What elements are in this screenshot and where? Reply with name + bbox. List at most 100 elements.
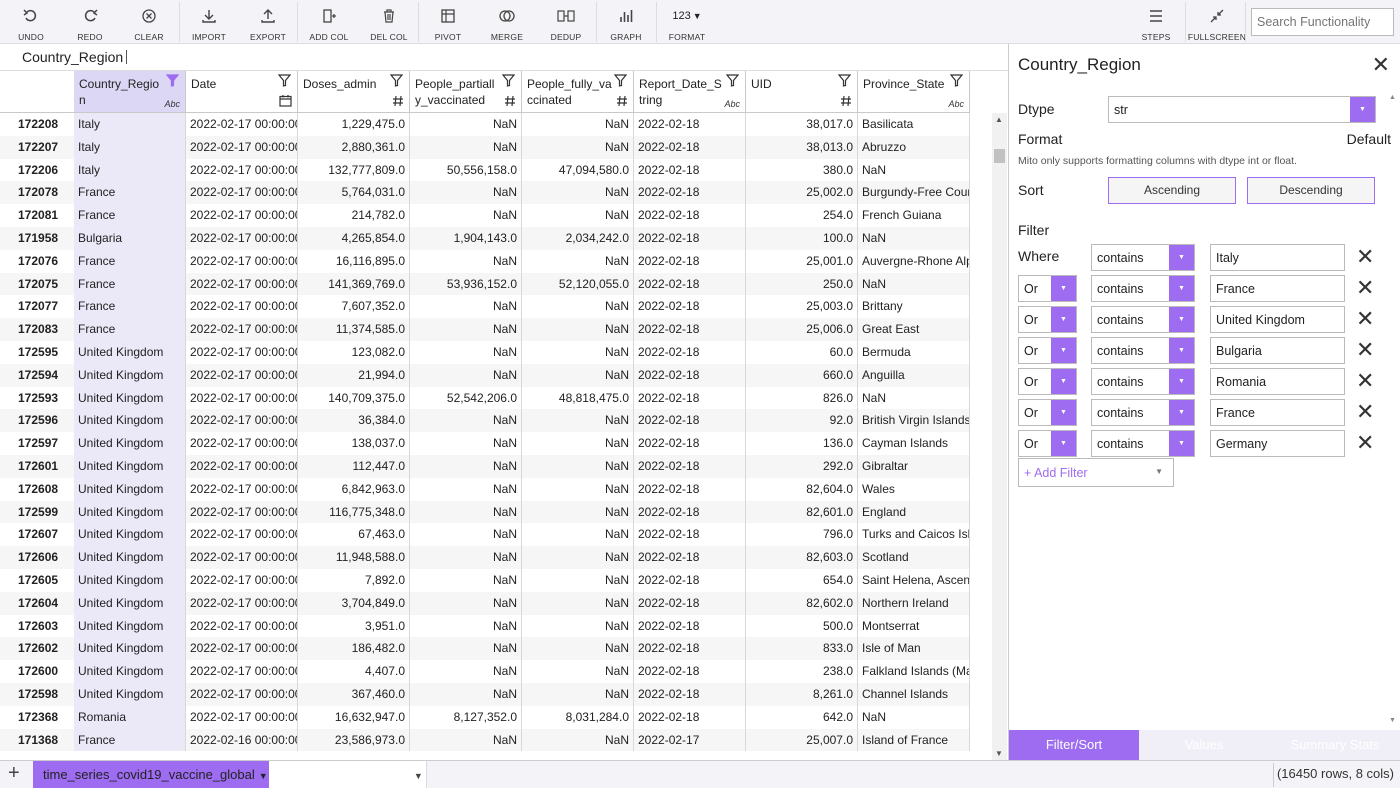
row-index[interactable]: 172594 [0,363,74,387]
table-cell[interactable]: NaN [522,477,634,501]
table-cell[interactable]: Abruzzo [858,135,970,159]
table-cell[interactable]: United Kingdom [74,660,186,683]
table-cell[interactable]: France [74,295,186,319]
table-cell[interactable]: Channel Islands [858,683,970,706]
table-cell[interactable]: England [858,500,970,524]
table-cell[interactable]: 2022-02-17 00:00:00 [186,705,298,729]
table-cell[interactable]: 2022-02-17 00:00:00 [186,614,298,638]
table-cell[interactable]: 52,120,055.0 [522,272,634,296]
table-cell[interactable]: 25,001.0 [746,249,858,273]
table-cell[interactable]: 2022-02-17 00:00:00 [186,660,298,683]
table-cell[interactable]: 53,936,152.0 [410,272,522,296]
search-functionality-input[interactable] [1251,8,1394,36]
table-cell[interactable]: NaN [522,500,634,524]
table-cell[interactable]: United Kingdom [74,523,186,547]
filter-value-input[interactable]: United Kingdom [1210,306,1345,333]
table-cell[interactable]: NaN [410,181,522,205]
column-header[interactable]: Report_Date_S tring Abc [634,71,746,113]
table-cell[interactable]: 292.0 [746,455,858,478]
table-cell[interactable]: 2022-02-16 00:00:00 [186,728,298,752]
row-index[interactable]: 172208 [0,113,74,136]
filter-icon[interactable] [613,74,628,90]
table-cell[interactable]: Auvergne-Rhone Alps [858,249,970,273]
table-cell[interactable]: 3,951.0 [298,614,410,638]
table-cell[interactable]: Cayman Islands [858,432,970,455]
add-filter-button[interactable]: + Add Filter ▼ [1018,458,1174,487]
row-index[interactable]: 172078 [0,181,74,205]
table-cell[interactable]: 2022-02-18 [634,569,746,592]
import-button[interactable]: IMPORT [190,0,228,44]
table-cell[interactable]: 21,994.0 [298,363,410,387]
table-cell[interactable]: United Kingdom [74,477,186,501]
row-index[interactable]: 172075 [0,272,74,296]
table-cell[interactable]: United Kingdom [74,409,186,433]
table-cell[interactable]: 2022-02-18 [634,363,746,387]
delete-filter-icon[interactable]: ✕ [1356,275,1374,300]
table-cell[interactable]: 2022-02-17 00:00:00 [186,204,298,227]
table-cell[interactable]: Great East [858,318,970,341]
filter-condition-select[interactable]: contains ▼ [1091,430,1195,457]
table-cell[interactable]: 140,709,375.0 [298,386,410,410]
delete-filter-icon[interactable]: ✕ [1356,368,1374,393]
column-header[interactable]: UID [746,71,858,113]
table-cell[interactable]: 2022-02-17 00:00:00 [186,158,298,182]
table-cell[interactable]: 36,384.0 [298,409,410,433]
table-cell[interactable]: 2022-02-18 [634,432,746,455]
table-cell[interactable]: 826.0 [746,386,858,410]
filter-icon[interactable] [501,74,516,90]
table-cell[interactable]: 2022-02-18 [634,249,746,273]
filter-joiner-select[interactable]: Or ▼ [1018,337,1077,364]
row-index[interactable]: 172606 [0,546,74,569]
table-cell[interactable]: 100.0 [746,227,858,250]
table-cell[interactable]: NaN [522,683,634,706]
format-button[interactable]: 123 ▼ FORMAT [667,0,707,44]
table-cell[interactable]: 500.0 [746,614,858,638]
table-cell[interactable]: 2022-02-18 [634,523,746,547]
table-cell[interactable]: 2022-02-18 [634,295,746,319]
table-cell[interactable]: 214,782.0 [298,204,410,227]
table-cell[interactable]: 2022-02-17 00:00:00 [186,683,298,706]
table-cell[interactable]: NaN [410,135,522,159]
pivot-button[interactable]: PIVOT [429,0,467,44]
row-index[interactable]: 172599 [0,500,74,524]
row-index[interactable]: 172600 [0,660,74,683]
delete-filter-icon[interactable]: ✕ [1356,306,1374,331]
table-cell[interactable]: 25,007.0 [746,728,858,752]
filter-icon[interactable] [837,74,852,90]
table-cell[interactable]: France [74,181,186,205]
table-cell[interactable]: NaN [410,637,522,661]
table-cell[interactable]: Bulgaria [74,227,186,250]
table-cell[interactable]: 16,632,947.0 [298,705,410,729]
filter-icon[interactable] [725,74,740,90]
table-cell[interactable]: 38,017.0 [746,113,858,136]
table-cell[interactable]: 4,265,854.0 [298,227,410,250]
table-cell[interactable]: 16,116,895.0 [298,249,410,273]
filter-condition-select[interactable]: contains ▼ [1091,368,1195,395]
table-cell[interactable]: 2022-02-17 00:00:00 [186,500,298,524]
table-cell[interactable]: 136.0 [746,432,858,455]
table-cell[interactable]: 1,904,143.0 [410,227,522,250]
table-cell[interactable]: NaN [522,432,634,455]
table-cell[interactable]: Basilicata [858,113,970,136]
table-cell[interactable]: NaN [522,341,634,364]
table-cell[interactable]: Gibraltar [858,455,970,478]
table-cell[interactable]: NaN [410,660,522,683]
table-cell[interactable]: United Kingdom [74,569,186,592]
table-cell[interactable]: NaN [522,455,634,478]
filter-joiner-select[interactable]: Or ▼ [1018,275,1077,302]
table-cell[interactable]: NaN [410,363,522,387]
table-cell[interactable]: 138,037.0 [298,432,410,455]
filter-value-input[interactable]: Bulgaria [1210,337,1345,364]
redo-button[interactable]: REDO [71,0,109,44]
table-cell[interactable]: 8,031,284.0 [522,705,634,729]
row-index[interactable]: 172083 [0,318,74,341]
table-cell[interactable]: 2022-02-18 [634,386,746,410]
table-cell[interactable]: 2,880,361.0 [298,135,410,159]
table-cell[interactable]: Brittany [858,295,970,319]
filter-joiner-select[interactable]: Or ▼ [1018,399,1077,426]
del-col-button[interactable]: DEL COL [366,0,412,44]
table-cell[interactable]: 52,542,206.0 [410,386,522,410]
table-cell[interactable]: 2022-02-18 [634,272,746,296]
table-cell[interactable]: United Kingdom [74,432,186,455]
table-cell[interactable]: United Kingdom [74,341,186,364]
